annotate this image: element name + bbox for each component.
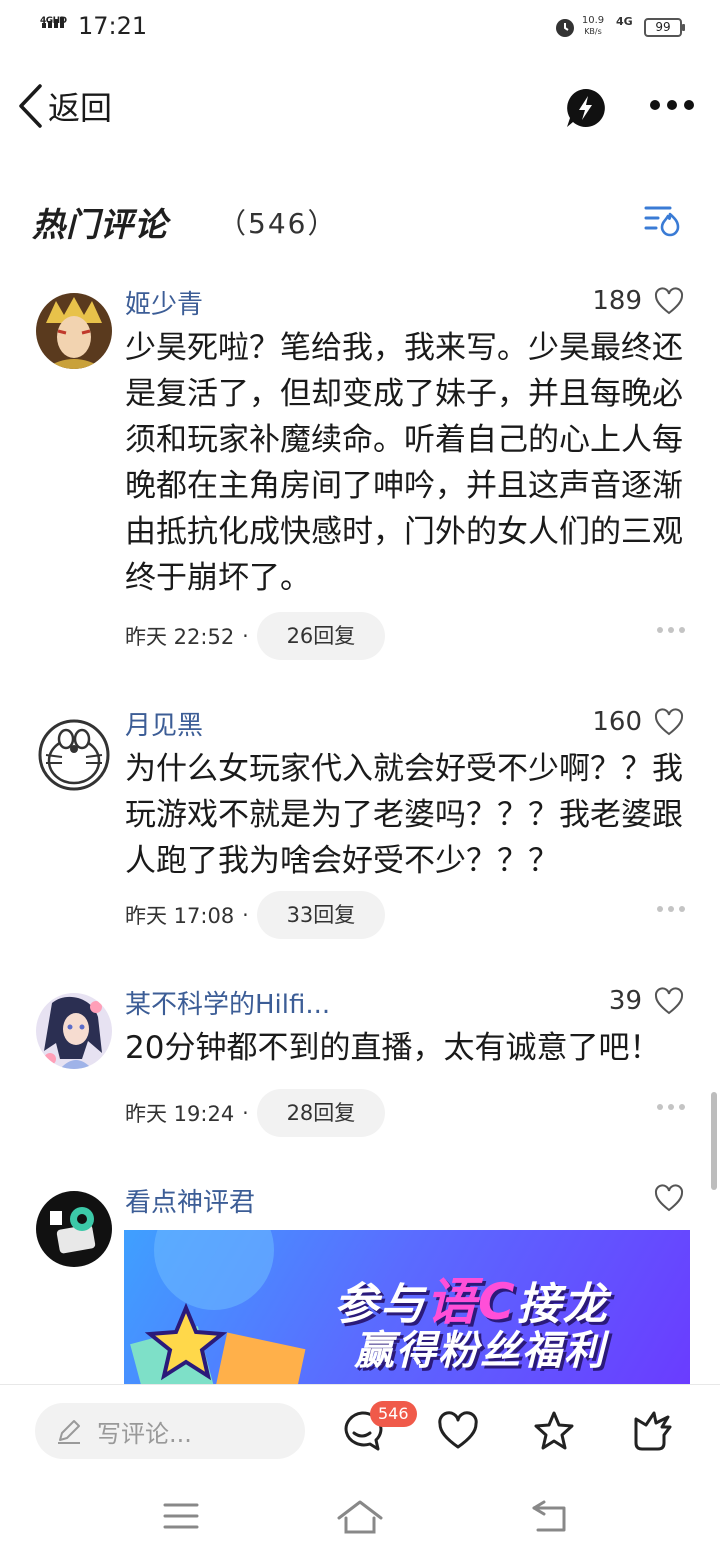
more-icon[interactable] [648,98,696,112]
signal-icon: 4GHD [40,16,72,40]
heart-icon[interactable] [436,1409,480,1453]
comment-badge: 546 [370,1401,417,1427]
share-icon[interactable] [628,1409,672,1453]
back-chevron-icon [19,84,42,128]
like-button[interactable] [642,1184,684,1212]
alarm-icon [556,19,574,37]
avatar[interactable] [36,1191,112,1267]
comment-time: 昨天 17:08 [125,904,235,928]
replies-button[interactable]: 26回复 [256,612,386,660]
return-icon[interactable] [530,1498,570,1534]
back-label: 返回 [48,89,113,127]
avatar[interactable] [36,993,112,1069]
comment-time: 昨天 22:52 [125,625,235,649]
comment-text: 少昊死啦？笔给我，我来写。少昊最终还是复活了，但却变成了妹子，并且每晚必须和玩家… [125,330,683,596]
replies-button[interactable]: 33回复 [256,891,386,939]
comment-more-icon[interactable] [656,626,686,634]
avatar[interactable] [36,293,112,369]
sort-icon[interactable] [642,200,682,240]
hot-comments-header: 热门评论 （546） [32,196,692,248]
heart-icon [654,1184,684,1212]
back-button[interactable]: 返回 [16,82,112,130]
bottom-action-bar: 写评论... 546 [0,1384,720,1476]
like-button[interactable]: 39 [609,986,684,1016]
cell-type: 4G [616,15,633,28]
comment-count: （546） [218,207,338,240]
comment-text: 20分钟都不到的直播，太有诚意了吧！ [125,1030,661,1066]
heart-icon [654,987,684,1015]
like-count: 189 [592,286,642,316]
system-nav-bar [0,1476,720,1560]
comment-username[interactable]: 姬少青 [125,284,203,321]
comment-text: 为什么女玩家代入就会好受不少啊？？我玩游戏不就是为了老婆吗？？？我老婆跟人跑了我… [125,751,683,879]
clock: 17:21 [78,12,148,40]
menu-icon[interactable] [163,1498,199,1534]
comment-username[interactable]: 某不科学的Hilfi... [125,984,330,1021]
like-count: 39 [608,986,642,1016]
heart-icon [654,708,684,736]
comment-more-icon[interactable] [656,1103,686,1111]
pencil-icon [58,1420,80,1444]
status-bar: 4GHD 17:21 10.9 KB/s 4G 99 [0,0,720,56]
write-comment-input[interactable]: 写评论... [35,1403,305,1459]
comment-username[interactable]: 月见黑 [125,705,203,742]
nav-bar: 返回 [0,68,720,144]
replies-button[interactable]: 28回复 [256,1089,386,1137]
like-button[interactable]: 189 [592,286,684,316]
like-count: 160 [592,707,642,737]
battery-icon: 99 [644,18,685,37]
comment-time: 昨天 19:24 [125,1102,235,1126]
star-icon[interactable] [532,1409,576,1453]
comment-more-icon[interactable] [656,905,686,913]
promo-banner[interactable]: 参与语C接龙 赢得粉丝福利 [124,1230,690,1384]
net-speed: 10.9 KB/s [581,15,605,36]
avatar[interactable] [36,715,112,791]
scrollbar-thumb[interactable] [711,1092,717,1190]
section-title: 热门评论 [32,205,168,244]
like-button[interactable]: 160 [592,707,684,737]
heart-icon [654,287,684,315]
comment-username[interactable]: 看点神评君 [125,1182,255,1219]
home-icon[interactable] [336,1498,384,1538]
banner-line2: 赢得粉丝福利 [354,1328,606,1374]
flash-icon[interactable] [565,87,607,129]
write-placeholder: 写评论... [97,1419,192,1448]
